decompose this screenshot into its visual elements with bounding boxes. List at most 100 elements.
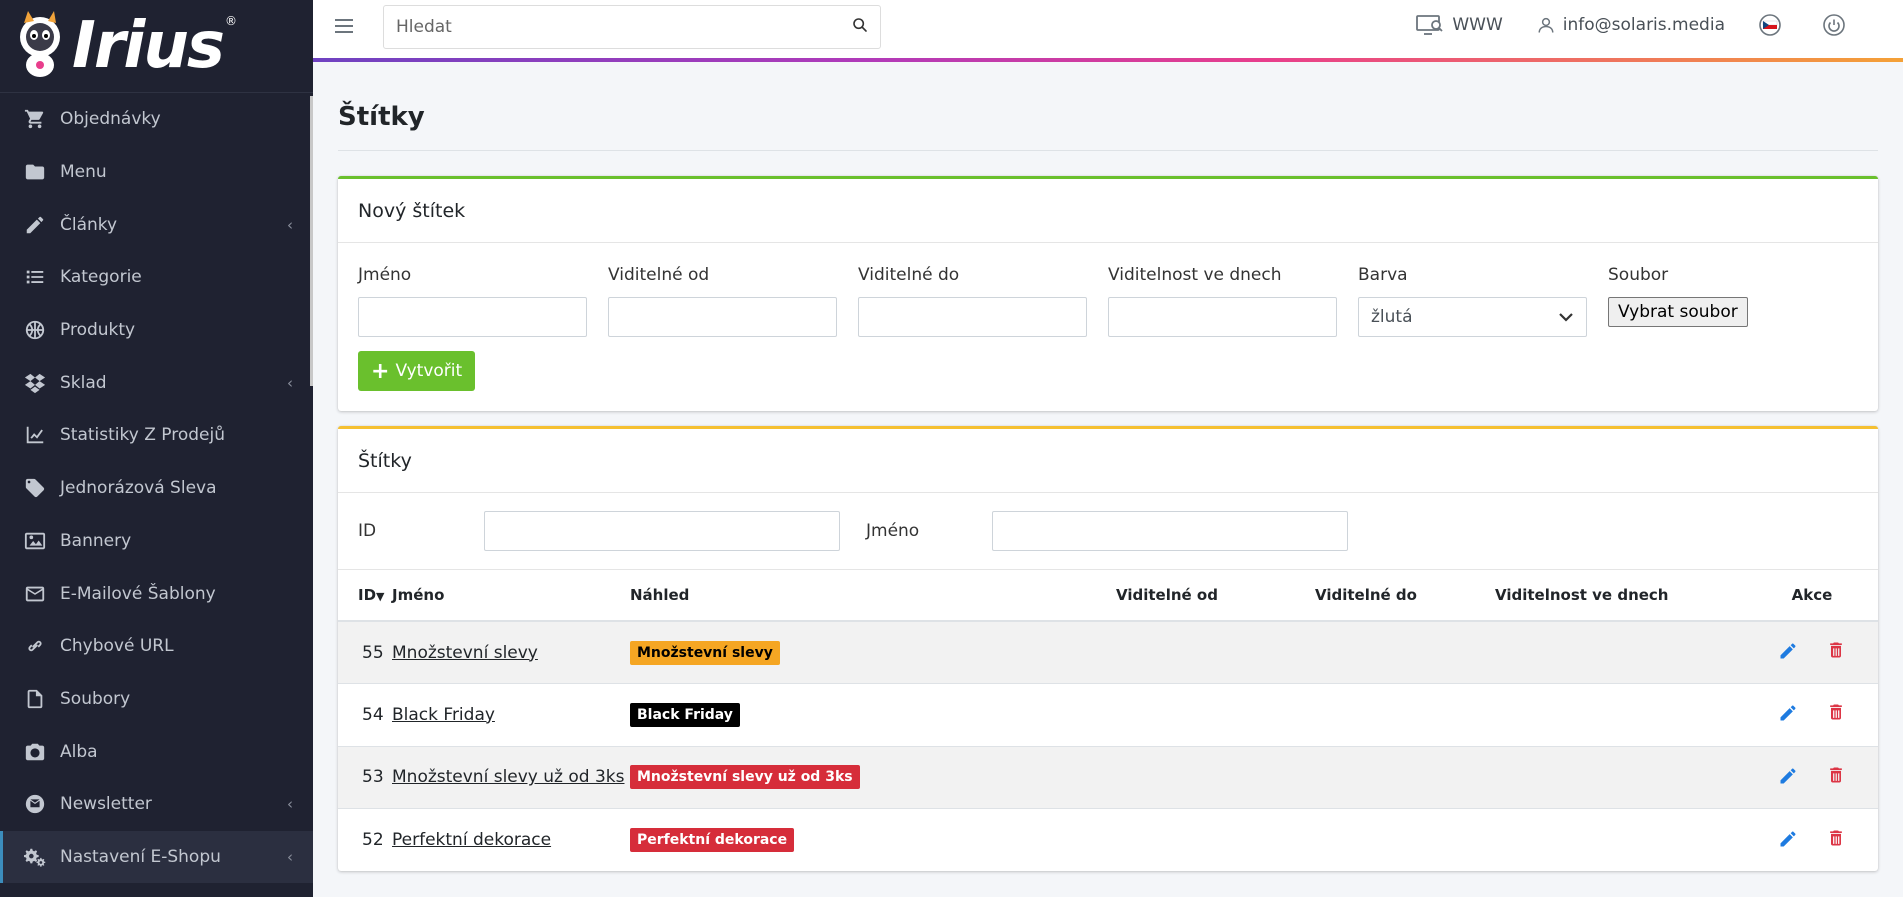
cell-name: Black Friday bbox=[392, 683, 630, 746]
col-preview: Náhled bbox=[630, 570, 1116, 622]
pencil-icon bbox=[22, 212, 48, 238]
filter-name-input[interactable] bbox=[992, 511, 1348, 551]
sidebar-item-emailove-sablony[interactable]: E-Mailové Šablony bbox=[0, 567, 313, 620]
brand-logo[interactable]: Irius ® bbox=[0, 0, 313, 93]
filter-id-label: ID bbox=[358, 521, 377, 541]
sidebar-item-menu[interactable]: Menu bbox=[0, 146, 313, 199]
edit-icon[interactable] bbox=[1778, 768, 1798, 791]
search-icon[interactable] bbox=[852, 17, 868, 37]
new-tag-form: Jméno Viditelné od Viditelné do Viditeln… bbox=[338, 243, 1878, 411]
sidebar: Irius ® Objednávky Menu Články ‹ Kategor… bbox=[0, 0, 313, 897]
cell-visibility-days bbox=[1495, 808, 1746, 871]
cell-id: 55 bbox=[338, 620, 392, 684]
cell-preview: Množstevní slevy bbox=[630, 620, 1116, 684]
sidebar-item-label: Newsletter bbox=[60, 794, 152, 815]
dropbox-icon bbox=[22, 370, 48, 396]
col-visible-to[interactable]: Viditelné do bbox=[1315, 570, 1495, 622]
sidebar-item-newsletter[interactable]: Newsletter ‹ bbox=[0, 778, 313, 831]
edit-icon[interactable] bbox=[1778, 705, 1798, 728]
sidebar-item-label: Alba bbox=[60, 741, 98, 762]
sidebar-scrollbar[interactable] bbox=[310, 96, 313, 386]
filter-row: ID Jméno bbox=[338, 493, 1878, 570]
trash-icon[interactable] bbox=[1826, 830, 1846, 854]
visible-from-field[interactable] bbox=[608, 297, 837, 337]
tag-name-link[interactable]: Perfektní dekorace bbox=[392, 830, 551, 850]
col-visible-from[interactable]: Viditelné od bbox=[1116, 570, 1315, 622]
hamburger-icon[interactable] bbox=[335, 19, 353, 33]
user-account-link[interactable]: info@solaris.media bbox=[1537, 15, 1725, 35]
sidebar-item-label: Chybové URL bbox=[60, 636, 174, 657]
choose-file-button[interactable]: Vybrat soubor bbox=[1608, 297, 1748, 327]
visible-to-field[interactable] bbox=[858, 297, 1087, 337]
chart-line-icon bbox=[22, 422, 48, 448]
www-label: WWW bbox=[1452, 15, 1503, 35]
name-field[interactable] bbox=[358, 297, 587, 337]
col-actions-label: Akce bbox=[1791, 586, 1833, 604]
sidebar-item-soubory[interactable]: Soubory bbox=[0, 673, 313, 726]
visibility-days-label: Viditelnost ve dnech bbox=[1108, 265, 1282, 285]
col-visibility-days-label: Viditelnost ve dnech bbox=[1495, 586, 1669, 604]
trash-icon[interactable] bbox=[1826, 767, 1846, 791]
sidebar-item-objednavky[interactable]: Objednávky bbox=[0, 93, 313, 146]
cart-icon bbox=[22, 106, 48, 132]
trash-icon[interactable] bbox=[1826, 704, 1846, 728]
www-link[interactable]: WWW bbox=[1416, 14, 1503, 36]
table-row: 53 Množstevní slevy už od 3ks Množstevní… bbox=[338, 745, 1878, 809]
sidebar-nav: Objednávky Menu Články ‹ Kategorie Produ… bbox=[0, 93, 313, 884]
sidebar-item-kategorie[interactable]: Kategorie bbox=[0, 251, 313, 304]
sidebar-item-produkty[interactable]: Produkty bbox=[0, 304, 313, 357]
col-actions: Akce bbox=[1746, 570, 1878, 622]
chevron-left-icon: ‹ bbox=[287, 795, 293, 814]
tag-badge: Black Friday bbox=[630, 702, 740, 727]
visible-from-label: Viditelné od bbox=[608, 265, 710, 285]
topbar-actions: WWW info@solaris.media bbox=[1382, 14, 1853, 36]
sidebar-item-alba[interactable]: Alba bbox=[0, 725, 313, 778]
camera-icon bbox=[22, 739, 48, 765]
form-group-file: Soubor Vybrat soubor bbox=[1608, 265, 1858, 337]
tag-badge: Množstevní slevy už od 3ks bbox=[630, 765, 860, 790]
tag-name-link[interactable]: Black Friday bbox=[392, 705, 495, 725]
cell-actions bbox=[1746, 620, 1878, 684]
cell-name: Množstevní slevy už od 3ks bbox=[392, 745, 630, 809]
search-input[interactable] bbox=[396, 17, 852, 37]
cell-actions bbox=[1746, 745, 1878, 809]
sidebar-item-statistiky[interactable]: Statistiky Z Prodejů bbox=[0, 409, 313, 462]
cell-id: 52 bbox=[338, 808, 392, 871]
tag-name-link[interactable]: Množstevní slevy už od 3ks bbox=[392, 767, 625, 787]
language-switch[interactable] bbox=[1759, 14, 1789, 36]
form-group-from: Viditelné od bbox=[608, 265, 858, 337]
sidebar-item-nastaveni-eshopu[interactable]: Nastavení E-Shopu ‹ bbox=[0, 830, 313, 884]
visibility-days-field[interactable] bbox=[1108, 297, 1337, 337]
col-id[interactable]: ID▼ bbox=[338, 570, 392, 622]
cell-actions bbox=[1746, 808, 1878, 871]
tag-name-link[interactable]: Množstevní slevy bbox=[392, 643, 538, 663]
registered-mark: ® bbox=[224, 14, 237, 28]
file-label: Soubor bbox=[1608, 265, 1669, 285]
file-icon bbox=[22, 686, 48, 712]
form-group-color: Barva žlutá bbox=[1358, 265, 1608, 337]
filter-id-input[interactable] bbox=[484, 511, 840, 551]
edit-icon[interactable] bbox=[1778, 831, 1798, 854]
form-group-days: Viditelnost ve dnech bbox=[1108, 265, 1358, 337]
color-select[interactable]: žlutá bbox=[1358, 297, 1587, 337]
sidebar-item-jednorazova-sleva[interactable]: Jednorázová Sleva bbox=[0, 462, 313, 515]
czech-flag-icon bbox=[1759, 14, 1781, 36]
sidebar-item-clanky[interactable]: Články ‹ bbox=[0, 198, 313, 251]
trash-icon[interactable] bbox=[1826, 642, 1846, 666]
create-button[interactable]: + Vytvořit bbox=[358, 351, 476, 391]
sidebar-item-chybove-url[interactable]: Chybové URL bbox=[0, 620, 313, 673]
cell-visible-from bbox=[1116, 683, 1315, 746]
link-icon bbox=[22, 633, 48, 659]
card-header: Štítky bbox=[338, 429, 1878, 493]
edit-icon[interactable] bbox=[1778, 643, 1798, 666]
col-name[interactable]: Jméno bbox=[392, 570, 630, 622]
chevron-left-icon: ‹ bbox=[287, 847, 293, 866]
color-select-value: žlutá bbox=[1371, 307, 1413, 327]
logout-button[interactable] bbox=[1823, 14, 1853, 36]
user-email: info@solaris.media bbox=[1562, 15, 1725, 35]
sidebar-item-sklad[interactable]: Sklad ‹ bbox=[0, 356, 313, 409]
col-visibility-days[interactable]: Viditelnost ve dnech bbox=[1495, 570, 1746, 622]
cell-preview: Množstevní slevy už od 3ks bbox=[630, 745, 1116, 809]
sidebar-item-bannery[interactable]: Bannery bbox=[0, 515, 313, 568]
sidebar-item-label: Produkty bbox=[60, 320, 136, 341]
